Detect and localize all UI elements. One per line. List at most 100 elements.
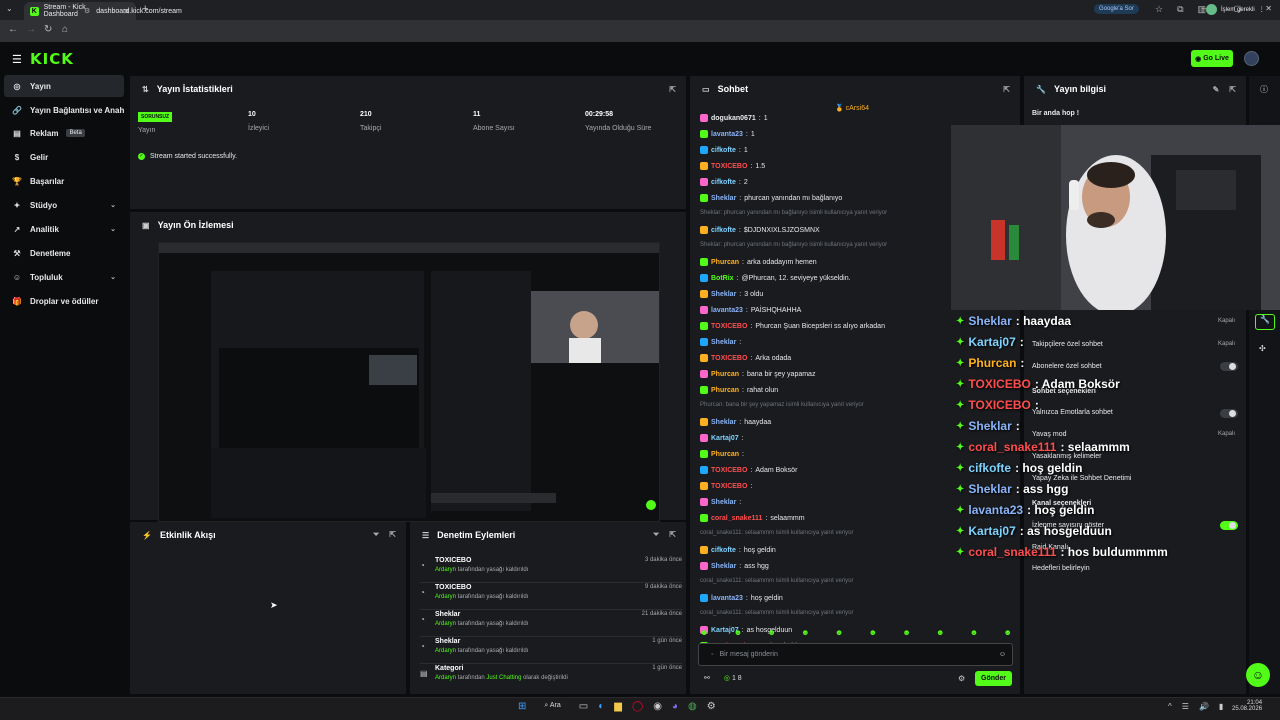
popout-icon[interactable]: ⇱ <box>669 85 676 94</box>
sidebar-item-community[interactable]: ☺ Topluluk ⌄ <box>4 266 124 288</box>
setting-goals[interactable]: Hedefleri belirleyin <box>1032 565 1090 572</box>
chat-input[interactable]: ◦ Bir mesaj gönderin ☺ <box>698 643 1013 666</box>
chat-username[interactable]: BotRix <box>711 275 734 282</box>
show-viewcount-toggle[interactable] <box>1220 521 1238 530</box>
edge-icon[interactable]: ◐ <box>598 701 604 712</box>
filter-icon[interactable]: ⏷ <box>373 530 379 540</box>
popout-icon[interactable]: ⇱ <box>669 530 676 540</box>
chat-username[interactable]: coral_snake111 <box>711 515 762 522</box>
chat-username[interactable]: TOXICEBO <box>711 483 747 490</box>
chat-username[interactable]: cifkofte <box>711 227 736 234</box>
chat-username[interactable]: TOXICEBO <box>711 323 747 330</box>
chat-username[interactable]: TOXICEBO <box>711 163 747 170</box>
filter-icon[interactable]: ⏷ <box>653 530 659 540</box>
settings-icon[interactable]: ⚙ <box>707 701 716 712</box>
chat-username[interactable]: lavanta23 <box>711 307 743 314</box>
hamburger-menu-icon[interactable]: ☰ <box>12 53 22 66</box>
chat-username[interactable]: lavanta23 <box>711 131 743 138</box>
taskbar-search[interactable]: ⌕ Ara <box>536 700 568 712</box>
tab-search-icon[interactable]: ⌄ <box>6 4 13 13</box>
sidebar-item-revenue[interactable]: $ Gelir <box>4 146 124 168</box>
task-view-icon[interactable]: ▭ <box>579 701 588 712</box>
chat-username[interactable]: Sheklar <box>711 563 736 570</box>
subs-only-toggle[interactable] <box>1220 362 1238 371</box>
discord-icon[interactable]: ◕ <box>672 701 678 712</box>
sidebar-item-moderation[interactable]: ⚒ Denetleme <box>4 242 124 264</box>
user-avatar[interactable] <box>1244 51 1259 66</box>
tray-chevron-icon[interactable]: ^ <box>1168 702 1172 711</box>
windows-start-icon[interactable]: ⊞ <box>518 701 526 712</box>
popout-icon[interactable]: ⇱ <box>1229 85 1236 94</box>
popout-icon[interactable]: ⇱ <box>389 530 396 540</box>
emote-icon[interactable]: ☻ <box>801 628 809 637</box>
emote-icon[interactable]: ☻ <box>835 628 843 637</box>
setting-ai-moderation[interactable]: Yapay Zeka ile Sohbet Denetimi <box>1032 475 1131 482</box>
chat-username[interactable]: Phurcan <box>711 451 739 458</box>
sidebar-item-stream[interactable]: ◎ Yayın <box>4 75 124 97</box>
emoji-icon[interactable]: ☺ <box>999 651 1006 658</box>
chat-username[interactable]: TOXICEBO <box>711 467 747 474</box>
setting-subs-only[interactable]: Abonelere özel sohbet <box>1032 363 1102 370</box>
chat-username[interactable]: Sheklar <box>711 339 736 346</box>
chat-username[interactable]: Sheklar <box>711 291 736 298</box>
obs-icon[interactable]: ◉ <box>653 701 662 712</box>
forward-icon[interactable]: → <box>26 24 36 35</box>
chat-username[interactable]: lavanta23 <box>711 595 743 602</box>
info-circle-icon[interactable]: ⓘ <box>1260 84 1268 95</box>
url-field[interactable]: ⚙ dashboard.kick.com/stream <box>84 3 1084 19</box>
chat-username[interactable]: Sheklar <box>711 195 736 202</box>
emote-icon[interactable]: ☻ <box>970 628 978 637</box>
volume-icon[interactable]: 🔊 <box>1199 702 1209 711</box>
send-button[interactable]: Gönder <box>975 671 1012 686</box>
chat-username[interactable]: cifkofte <box>711 179 736 186</box>
go-live-button[interactable]: ◉ Go Live <box>1191 50 1233 67</box>
support-chat-icon[interactable]: ☺ <box>1246 663 1270 687</box>
bookmark-star-icon[interactable]: ☆ <box>1155 4 1163 15</box>
reload-icon[interactable]: ↻ <box>44 24 52 35</box>
chat-username[interactable]: TOXICEBO <box>711 355 747 362</box>
profile-button[interactable]: İşlem gerekli ⋮ <box>1206 4 1265 15</box>
link-icon[interactable]: ⚯ <box>704 674 710 682</box>
emote-only-toggle[interactable] <box>1220 409 1238 418</box>
kick-logo[interactable]: KICK <box>30 50 74 68</box>
google-ask-button[interactable]: Google'a Sor <box>1094 4 1139 14</box>
sidebar-item-drops[interactable]: 🎁 Droplar ve ödüller <box>4 290 124 312</box>
chat-settings-icon[interactable]: ⚙ <box>958 674 965 683</box>
emote-icon[interactable]: ☻ <box>700 628 708 637</box>
emote-icon[interactable]: ☻ <box>1003 628 1011 637</box>
stream-preview-video[interactable] <box>158 242 660 522</box>
extensions-icon[interactable]: ⧉ <box>1177 4 1183 15</box>
setting-slow-mode[interactable]: Yavaş mod <box>1032 431 1067 438</box>
chat-username[interactable]: dogukan0671 <box>711 115 756 122</box>
network-icon[interactable]: ☰ <box>1182 702 1189 711</box>
emote-icon[interactable]: ☻ <box>869 628 877 637</box>
setting-emote-only[interactable]: Yalnızca Emotlarla sohbet <box>1032 409 1113 416</box>
chat-username[interactable]: cifkofte <box>711 547 736 554</box>
wrench-tool-icon[interactable]: 🔧 <box>1255 314 1275 330</box>
setting-followers-only[interactable]: Takipçilere özel sohbet <box>1032 341 1103 348</box>
chat-username[interactable]: Phurcan <box>711 259 739 266</box>
sidebar-item-studio[interactable]: ✦ Stüdyo ⌄ <box>4 194 124 216</box>
chat-username[interactable]: Phurcan <box>711 387 739 394</box>
puzzle-icon[interactable]: ✣ <box>1259 344 1266 353</box>
sidebar-item-ads[interactable]: ▤ Reklam Beta <box>4 122 124 144</box>
close-window-icon[interactable]: ✕ <box>1265 4 1272 13</box>
chat-username[interactable]: Sheklar <box>711 419 736 426</box>
chat-username[interactable]: Phurcan <box>711 371 739 378</box>
chrome-icon[interactable]: ◍ <box>688 701 697 712</box>
opera-icon[interactable]: ◯ <box>632 701 643 712</box>
menu-dots-icon[interactable]: ⋮ <box>1259 6 1265 13</box>
chat-username[interactable]: cifkofte <box>711 147 736 154</box>
back-icon[interactable]: ← <box>8 24 18 35</box>
battery-icon[interactable]: ▮ <box>1219 702 1223 711</box>
chat-username[interactable]: Kartaj07 <box>711 435 739 442</box>
sidebar-item-stream-key[interactable]: 🔗 Yayın Bağlantısı ve Anahtarı <box>4 99 124 121</box>
split-icon[interactable]: ▥ <box>1198 4 1207 15</box>
emote-icon[interactable]: ☻ <box>767 628 775 637</box>
sidebar-item-analytics[interactable]: ↗ Analitik ⌄ <box>4 218 124 240</box>
emote-icon[interactable]: ☻ <box>734 628 742 637</box>
edit-icon[interactable]: ✎ <box>1213 85 1220 94</box>
sidebar-item-achievements[interactable]: 🏆 Başarılar <box>4 170 124 192</box>
site-info-icon[interactable]: ⚙ <box>84 7 90 15</box>
explorer-icon[interactable]: ▆ <box>614 701 622 712</box>
